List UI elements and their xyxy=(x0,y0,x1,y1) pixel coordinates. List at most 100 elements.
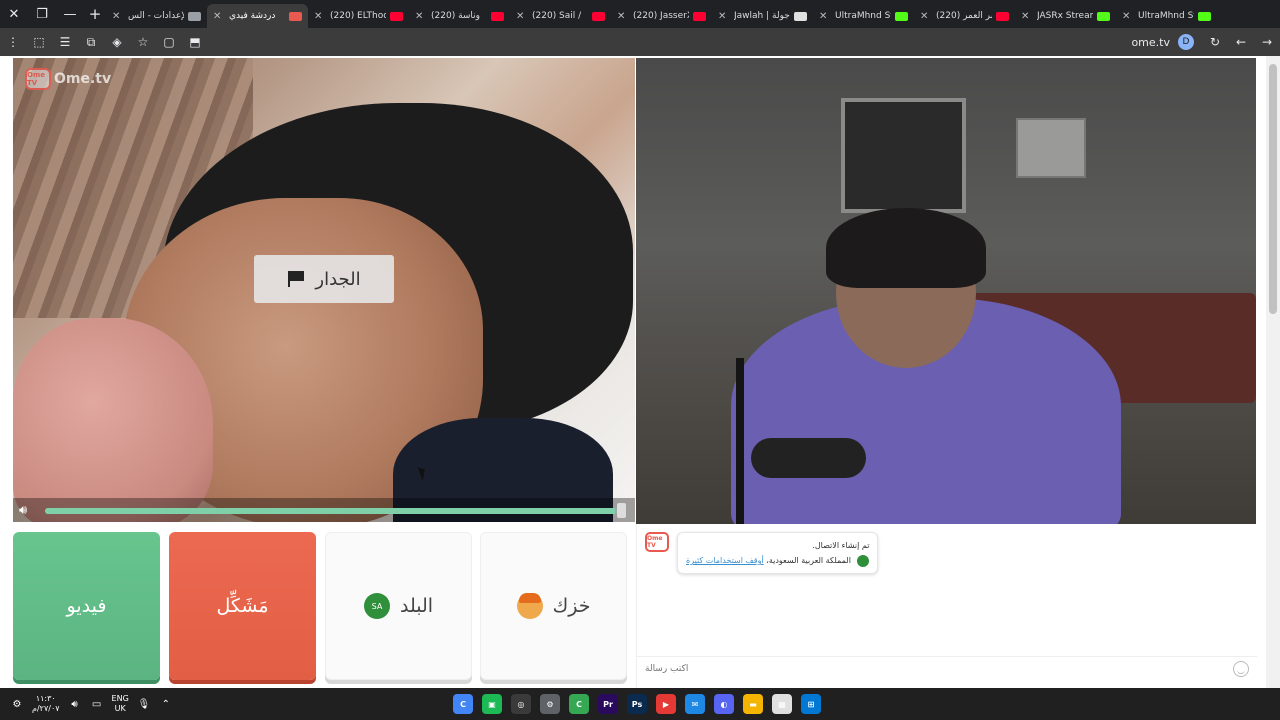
tab-close-icon[interactable]: ✕ xyxy=(516,11,528,22)
stranger-video: Ome TV Ome.tv الجدار 🔊︎ xyxy=(13,58,635,522)
browser-tab[interactable]: ✕ الإعدادات - الس xyxy=(106,4,207,28)
stranger-hand xyxy=(13,318,213,522)
ome-logo-icon: Ome TV xyxy=(25,68,51,90)
tab-title: JASRx Stream xyxy=(1037,11,1093,21)
ome-logo: Ome TV Ome.tv xyxy=(25,68,111,90)
language-bottom: UK xyxy=(114,704,126,713)
chat-link[interactable]: أوقف استخدامات كثيرة xyxy=(686,556,764,565)
tab-close-icon[interactable]: ✕ xyxy=(718,11,730,22)
browser-tab[interactable]: ✕ دردشة فيدي xyxy=(207,4,308,28)
tab-favicon-icon xyxy=(289,11,302,21)
browser-tab[interactable]: ✕ (220) وناسة xyxy=(409,4,510,28)
tab-close-icon[interactable]: ✕ xyxy=(1021,11,1033,22)
chrome-2-taskbar-icon[interactable]: C xyxy=(569,694,589,714)
restore-window-icon[interactable]: ❐ xyxy=(28,0,56,28)
mail-taskbar-icon[interactable]: ✉ xyxy=(685,694,705,714)
browser-tab[interactable]: ✕ (220) ELThoob xyxy=(308,4,409,28)
tab-title: (220) وناسة xyxy=(431,11,481,21)
address-bar[interactable]: ome.tv xyxy=(1131,36,1170,49)
connection-text: تم إنشاء الاتصال. xyxy=(812,541,870,550)
report-button[interactable]: الجدار xyxy=(254,255,394,303)
chevron-up-icon[interactable]: ⌃ xyxy=(159,697,173,711)
windows-taskbar-icon[interactable]: ⊞ xyxy=(801,694,821,714)
volume-tray-icon[interactable]: 🔊︎ xyxy=(68,697,82,711)
cast-icon[interactable]: ◈ xyxy=(106,31,128,53)
reload-icon[interactable]: ↻ xyxy=(1204,31,1226,53)
extension-icon[interactable]: ⬚ xyxy=(28,31,50,53)
tab-close-icon[interactable]: ✕ xyxy=(617,11,629,22)
country-button[interactable]: البلد SA xyxy=(325,532,472,680)
microphone xyxy=(696,358,866,524)
gender-button[interactable]: خزك xyxy=(480,532,627,680)
ome-chat-avatar-icon: Ome TV xyxy=(645,532,669,552)
tab-favicon-icon xyxy=(1198,11,1211,21)
clock[interactable]: ١١:٣٠ ٢٧/٠٧/م xyxy=(32,694,60,714)
browser-tab[interactable]: ✕ (220) Sail / xyxy=(510,4,611,28)
browser-tab[interactable]: ✕ UltraMhnd Str xyxy=(1116,4,1217,28)
tab-favicon-icon xyxy=(1097,11,1110,21)
forward-icon[interactable]: → xyxy=(1256,31,1278,53)
tab-close-icon[interactable]: ✕ xyxy=(819,11,831,22)
chat-bubble: تم إنشاء الاتصال. المملكة العربية السعود… xyxy=(677,532,879,574)
green-app-taskbar-icon[interactable]: ▣ xyxy=(482,694,502,714)
stop-button[interactable]: مَشَكِّل xyxy=(169,532,316,680)
tab-close-icon[interactable]: ✕ xyxy=(415,11,427,22)
browser-tab[interactable]: ✕ JASRx Stream xyxy=(1015,4,1116,28)
back-icon[interactable]: ← xyxy=(1230,31,1252,53)
browser-tab[interactable]: ✕ UltraMhnd Stre xyxy=(813,4,914,28)
screen: ✕ ❐ — + ✕ الإعدادات - الس ✕ دردشة فيدي ✕ (220… xyxy=(0,0,1280,720)
browser-tab[interactable]: ✕ (220) عمر العمر xyxy=(914,4,1015,28)
self-hair xyxy=(826,208,986,288)
tab-title: Jawlah | جولة xyxy=(734,11,790,21)
scroll-thumb[interactable] xyxy=(1269,64,1277,314)
tab-favicon-icon xyxy=(188,11,201,21)
red-app-taskbar-icon[interactable]: ▶ xyxy=(656,694,676,714)
puzzle-icon[interactable]: ⧉ xyxy=(80,31,102,53)
tab-close-icon[interactable]: ✕ xyxy=(213,11,225,22)
stop-label: مَشَكِّل xyxy=(216,595,269,617)
obs-taskbar-icon[interactable]: ◎ xyxy=(511,694,531,714)
store-taskbar-icon[interactable]: ▦ xyxy=(772,694,792,714)
close-window-icon[interactable]: ✕ xyxy=(0,0,28,28)
tab-close-icon[interactable]: ✕ xyxy=(112,11,124,22)
volume-fill xyxy=(45,508,616,514)
emoji-icon[interactable] xyxy=(1233,660,1249,677)
volume-slider[interactable] xyxy=(45,508,621,514)
chat-input[interactable] xyxy=(637,663,1233,674)
page-scrollbar[interactable] xyxy=(1266,56,1280,688)
network-tray-icon[interactable]: ▭ xyxy=(90,697,104,711)
country-label: البلد xyxy=(399,595,434,617)
settings-taskbar-icon[interactable]: ⚙ xyxy=(540,694,560,714)
list-icon[interactable]: ☰ xyxy=(54,31,76,53)
files-taskbar-icon[interactable]: ▬ xyxy=(743,694,763,714)
volume-handle[interactable] xyxy=(617,503,626,518)
browser-tab[interactable]: ✕ (220) JasserX xyxy=(611,4,712,28)
tab-close-icon[interactable]: ✕ xyxy=(920,11,932,22)
chrome-taskbar-icon[interactable]: C xyxy=(453,694,473,714)
menu-icon[interactable]: ⋮ xyxy=(2,31,24,53)
tab-title: دردشة فيدي xyxy=(229,11,276,21)
share-icon[interactable]: ⬒ xyxy=(184,31,206,53)
profile-avatar[interactable]: D xyxy=(1178,34,1194,50)
language-indicator[interactable]: ENG UK xyxy=(112,694,129,714)
self-video xyxy=(636,58,1256,524)
clock-date: ٢٧/٠٧/م xyxy=(32,704,60,713)
taskbar: ⚙ ١١:٣٠ ٢٧/٠٧/م 🔊︎ ▭ ENG UK 🎙︎ ⌃ C ▣ ◎ ⚙ C Pr… xyxy=(0,688,1280,720)
star-icon[interactable]: ☆ xyxy=(132,31,154,53)
speaker-icon[interactable]: 🔊︎ xyxy=(19,503,43,518)
video-button[interactable]: فيديو xyxy=(13,532,160,680)
new-tab-button[interactable]: + xyxy=(84,5,106,23)
tab-close-icon[interactable]: ✕ xyxy=(314,11,326,22)
clock-time: ١١:٣٠ xyxy=(35,694,56,703)
photoshop-taskbar-icon[interactable]: Ps xyxy=(627,694,647,714)
browser-tab[interactable]: ✕ Jawlah | جولة xyxy=(712,4,813,28)
discord-taskbar-icon[interactable]: ◐ xyxy=(714,694,734,714)
tab-favicon-icon xyxy=(592,11,605,21)
settings-tray-icon[interactable]: ⚙ xyxy=(10,697,24,711)
tab-search-icon[interactable]: ▢ xyxy=(158,31,180,53)
tab-close-icon[interactable]: ✕ xyxy=(1122,11,1134,22)
premiere-taskbar-icon[interactable]: Pr xyxy=(598,694,618,714)
minimize-window-icon[interactable]: — xyxy=(56,0,84,28)
video-label: فيديو xyxy=(66,595,107,617)
microphone-tray-icon[interactable]: 🎙︎ xyxy=(137,697,151,711)
